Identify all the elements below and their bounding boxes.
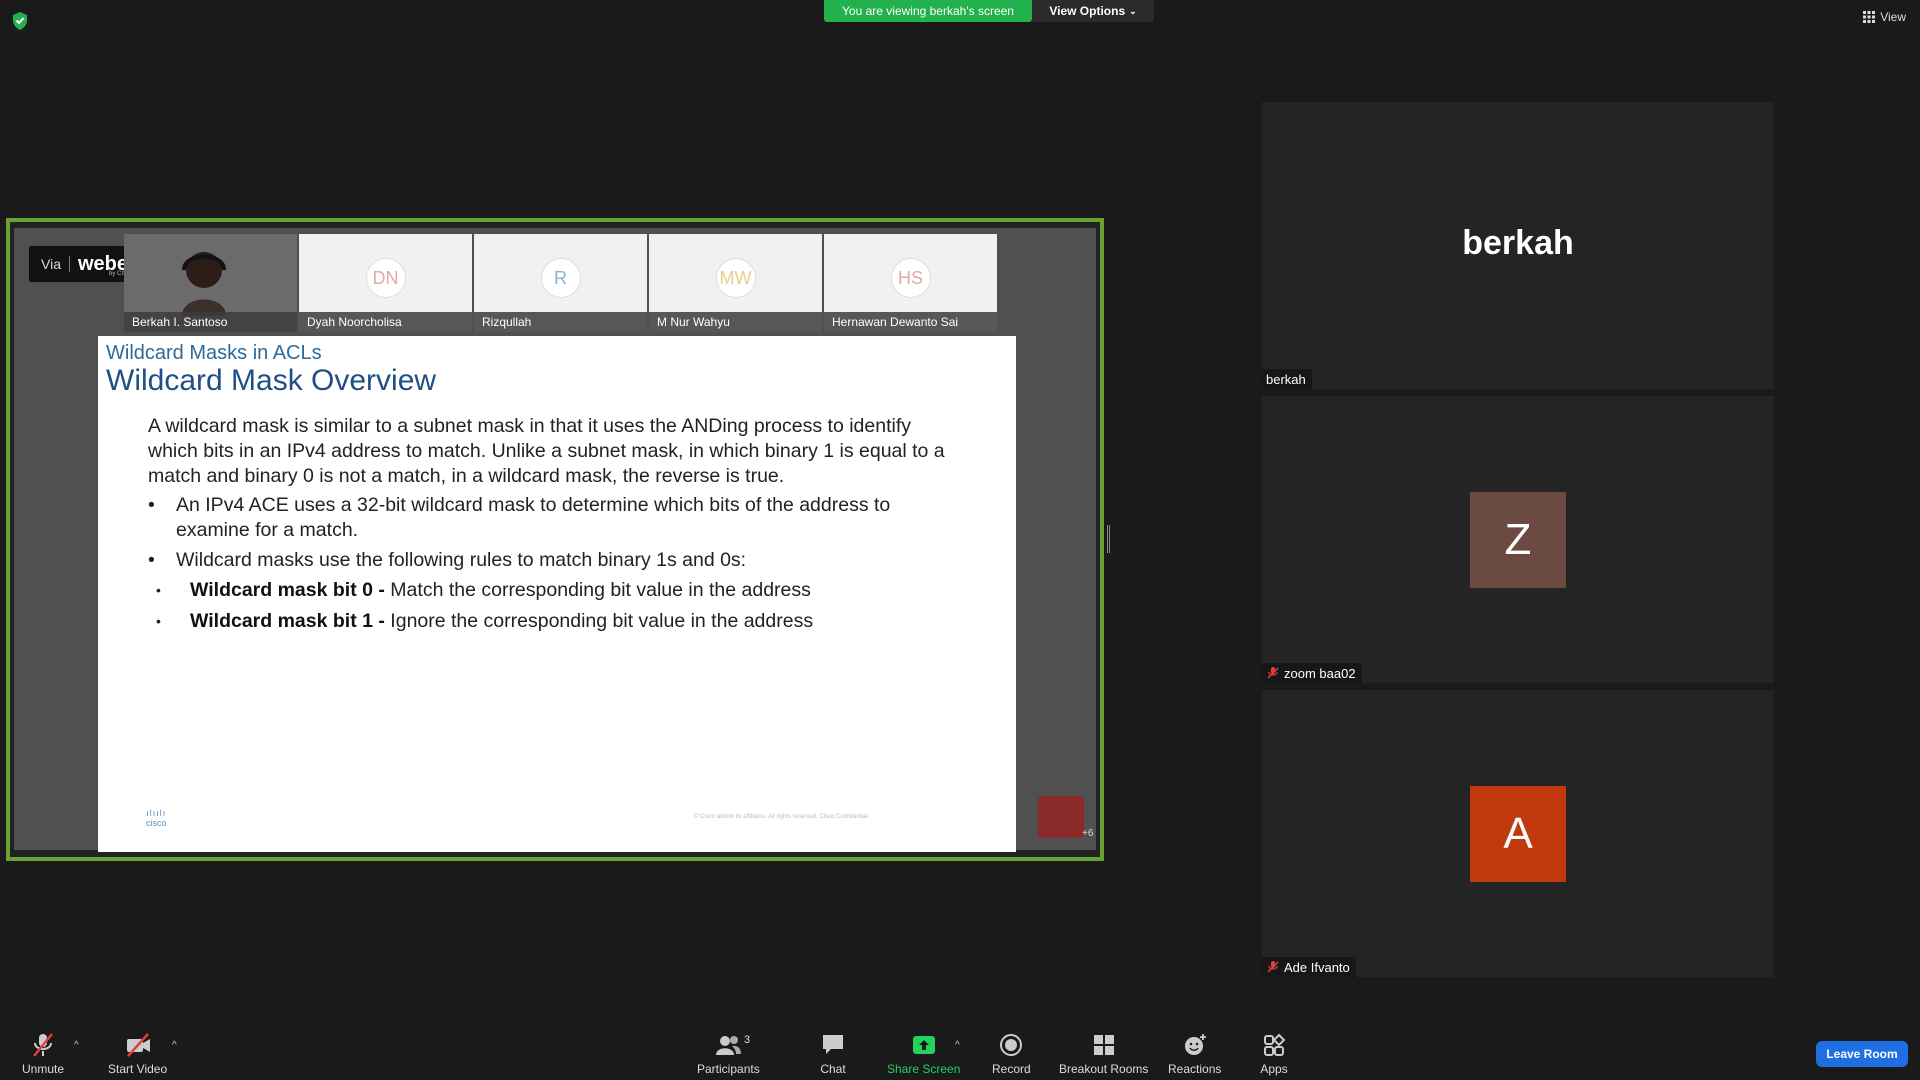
- view-options-label: View Options: [1049, 4, 1126, 18]
- participant-initials: R: [540, 258, 581, 298]
- participant-name: Dyah Noorcholisa: [299, 312, 472, 332]
- participant-name-label: berkah: [1262, 369, 1312, 389]
- reactions-button[interactable]: Reactions: [1168, 1032, 1221, 1076]
- participants-count: 3: [744, 1034, 751, 1046]
- breakout-rooms-icon: [1093, 1035, 1114, 1055]
- slide-body: A wildcard mask is similar to a subnet m…: [148, 414, 958, 640]
- more-participants-avatar: [1038, 796, 1084, 838]
- webex-participant-tile: MW M Nur Wahyu: [649, 234, 822, 332]
- chat-button[interactable]: Chat: [819, 1032, 847, 1076]
- participant-name-label: zoom baa02: [1262, 663, 1362, 683]
- video-options-caret[interactable]: ^: [172, 1040, 177, 1051]
- chat-icon: [823, 1035, 843, 1054]
- meeting-toolbar: Unmute ^ Start Video ^ Participants 3 Ch…: [0, 1024, 1920, 1080]
- video-muted-icon: [126, 1033, 150, 1057]
- view-options-button[interactable]: View Options ⌄: [1032, 0, 1154, 22]
- audio-options-caret[interactable]: ^: [74, 1040, 79, 1051]
- share-options-caret[interactable]: ^: [955, 1040, 960, 1051]
- slide-sub-bullet: Wildcard mask bit 0 - Match the correspo…: [148, 578, 958, 603]
- mic-muted-icon: [1267, 961, 1279, 973]
- webex-participant-tile: R Rizqullah: [474, 234, 647, 332]
- unmute-button[interactable]: Unmute: [22, 1032, 64, 1076]
- participant-name: M Nur Wahyu: [649, 312, 822, 332]
- slide-sub-bullet: Wildcard mask bit 1 - Ignore the corresp…: [148, 609, 958, 634]
- start-video-button[interactable]: Start Video: [108, 1032, 167, 1076]
- slide-footer: © Cisco and/or its affiliates. All right…: [694, 814, 868, 820]
- participant-name: Rizqullah: [474, 312, 647, 332]
- chevron-down-icon: ⌄: [1129, 5, 1137, 16]
- share-screen-button[interactable]: Share Screen: [887, 1032, 960, 1076]
- shared-screen-content: Via webex by CISCO Berkah I. Santoso DN …: [14, 228, 1096, 852]
- participant-initials: MW: [715, 258, 756, 298]
- slide-title: Wildcard Mask Overview: [106, 364, 437, 397]
- slide-bullet: An IPv4 ACE uses a 32-bit wildcard mask …: [148, 493, 958, 543]
- mic-muted-icon: [33, 1033, 53, 1057]
- participant-tile-berkah[interactable]: berkah berkah: [1262, 102, 1774, 389]
- more-participants-count: +6: [1082, 828, 1094, 839]
- shield-check-icon[interactable]: [12, 12, 28, 30]
- participant-avatar: A: [1470, 786, 1566, 882]
- apps-icon: [1264, 1033, 1286, 1056]
- participant-name-label: Ade Ifvanto: [1262, 957, 1356, 977]
- webex-participant-tile: HS Hernawan Dewanto Sai: [824, 234, 997, 332]
- record-icon: [1000, 1034, 1023, 1056]
- slide-bullet: Wildcard masks use the following rules t…: [148, 548, 958, 573]
- participants-button[interactable]: Participants: [697, 1032, 760, 1076]
- breakout-rooms-button[interactable]: Breakout Rooms: [1059, 1032, 1148, 1076]
- viewing-screen-banner: You are viewing berkah's screen: [824, 0, 1032, 22]
- participant-display-name: berkah: [1462, 224, 1574, 262]
- view-label: View: [1880, 10, 1906, 24]
- participant-initials: HS: [890, 258, 931, 298]
- participant-name: Hernawan Dewanto Sai: [824, 312, 997, 332]
- mic-muted-icon: [1267, 667, 1279, 679]
- participant-tile-zoom-baa02[interactable]: Z zoom baa02: [1262, 396, 1774, 683]
- participant-initials: DN: [365, 258, 406, 298]
- participants-icon: [716, 1036, 742, 1055]
- share-screen-icon: [912, 1036, 935, 1054]
- webex-participant-tile: DN Dyah Noorcholisa: [299, 234, 472, 332]
- view-toggle-button[interactable]: View: [1863, 10, 1906, 24]
- shared-screen[interactable]: Via webex by CISCO Berkah I. Santoso DN …: [6, 218, 1104, 861]
- slide-kicker: Wildcard Masks in ACLs: [106, 342, 322, 364]
- cisco-logo: ılıılı cisco: [146, 808, 167, 828]
- apps-button[interactable]: Apps: [1260, 1032, 1288, 1076]
- record-button[interactable]: Record: [992, 1032, 1031, 1076]
- webex-participant-strip: Berkah I. Santoso DN Dyah Noorcholisa R …: [124, 234, 997, 332]
- panel-resize-handle[interactable]: [1107, 525, 1110, 553]
- participant-name: Berkah I. Santoso: [124, 312, 297, 332]
- person-video-icon: [182, 252, 226, 316]
- webex-participant-video: Berkah I. Santoso: [124, 234, 297, 332]
- slide-paragraph: A wildcard mask is similar to a subnet m…: [148, 415, 945, 487]
- zoom-meeting-window: You are viewing berkah's screen View Opt…: [0, 0, 1920, 1080]
- smiley-plus-icon: [1184, 1034, 1206, 1055]
- grid-icon: [1863, 11, 1876, 23]
- participant-avatar: Z: [1470, 492, 1566, 588]
- leave-room-button[interactable]: Leave Room: [1816, 1041, 1908, 1067]
- presentation-slide: Wildcard Masks in ACLs Wildcard Mask Ove…: [98, 336, 1016, 852]
- participant-tile-ade-ifvanto[interactable]: A Ade Ifvanto: [1262, 690, 1774, 977]
